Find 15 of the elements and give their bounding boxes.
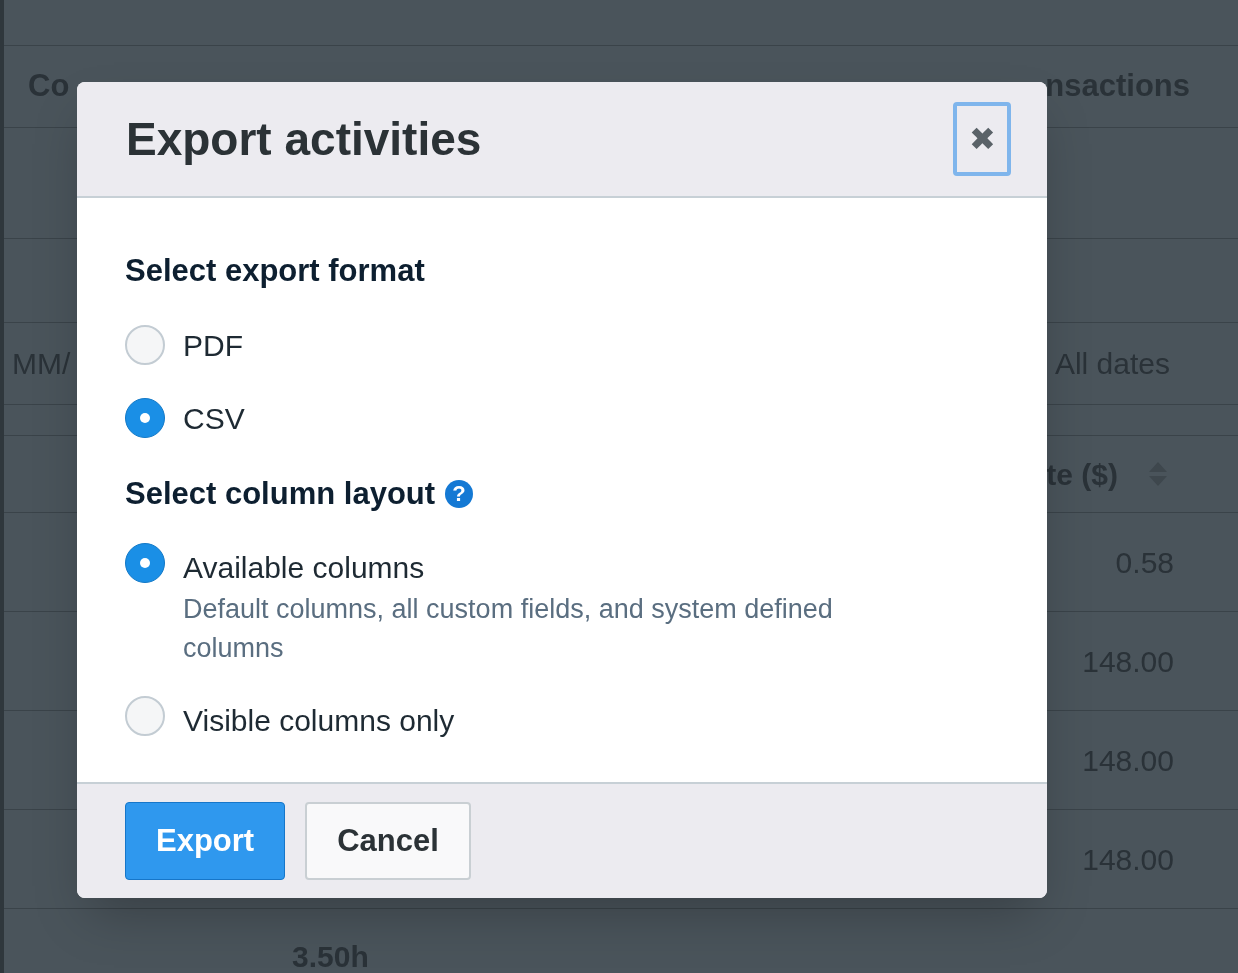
- radio-button[interactable]: [125, 696, 165, 736]
- radio-button[interactable]: [125, 325, 165, 365]
- radio-label[interactable]: Visible columns only: [183, 698, 455, 743]
- cancel-button[interactable]: Cancel: [305, 802, 471, 880]
- close-button[interactable]: ✖: [953, 102, 1011, 176]
- option-description: Default columns, all custom fields, and system defined columns: [183, 593, 834, 665]
- section-heading: Select column layout: [125, 474, 436, 513]
- radio-label[interactable]: PDF: [183, 322, 243, 368]
- dialog-title: Export activities: [126, 111, 482, 167]
- radio-label[interactable]: Available columns: [183, 545, 923, 590]
- radio-button[interactable]: [125, 543, 165, 583]
- section-heading: Select export format: [125, 252, 426, 290]
- help-icon[interactable]: ?: [445, 479, 474, 508]
- radio-label[interactable]: CSV: [183, 395, 245, 441]
- radio-button[interactable]: [125, 398, 165, 438]
